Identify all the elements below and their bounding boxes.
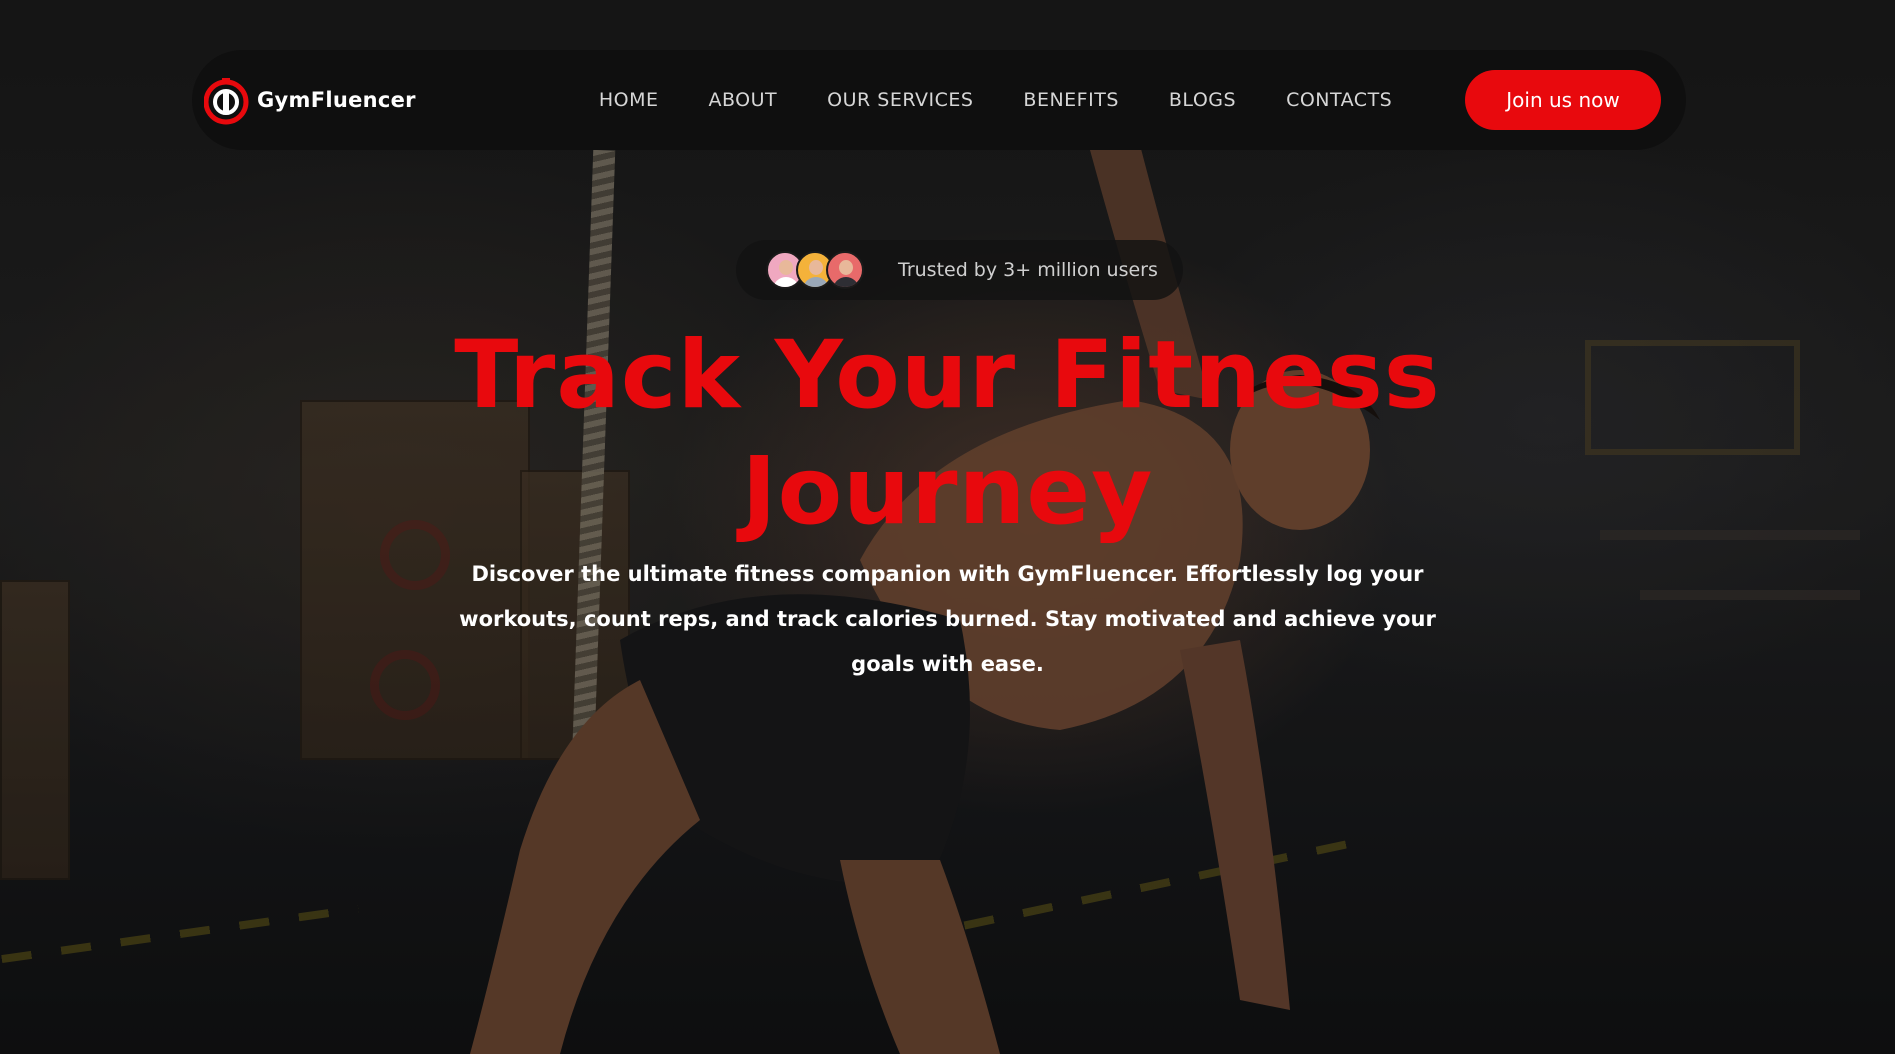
trust-text: Trusted by 3+ million users [898, 259, 1158, 281]
nav-link-benefits[interactable]: BENEFITS [1023, 89, 1118, 111]
brand-logo[interactable]: GymFluencer [204, 75, 416, 125]
nav-menu: HOME ABOUT OUR SERVICES BENEFITS BLOGS C… [599, 89, 1392, 111]
hero-title-line-1: Track Your Fitness [454, 321, 1441, 430]
user-avatars [766, 251, 864, 289]
nav-link-about[interactable]: ABOUT [708, 89, 777, 111]
nav-link-blogs[interactable]: BLOGS [1169, 89, 1236, 111]
nav-link-home[interactable]: HOME [599, 89, 659, 111]
trust-badge: Trusted by 3+ million users [736, 240, 1183, 300]
join-us-button[interactable]: Join us now [1465, 70, 1661, 130]
hero-title-line-2: Journey [741, 437, 1154, 546]
nav-link-our-services[interactable]: OUR SERVICES [827, 89, 973, 111]
hero-title: Track Your Fitness Journey [0, 318, 1895, 550]
nav-link-contacts[interactable]: CONTACTS [1286, 89, 1392, 111]
user-avatar-man-beard [826, 251, 864, 289]
gymfluencer-logo-icon [204, 78, 249, 125]
brand-name: GymFluencer [257, 88, 416, 112]
top-navbar: GymFluencer HOME ABOUT OUR SERVICES BENE… [192, 50, 1686, 150]
hero-description: Discover the ultimate fitness companion … [459, 562, 1436, 676]
